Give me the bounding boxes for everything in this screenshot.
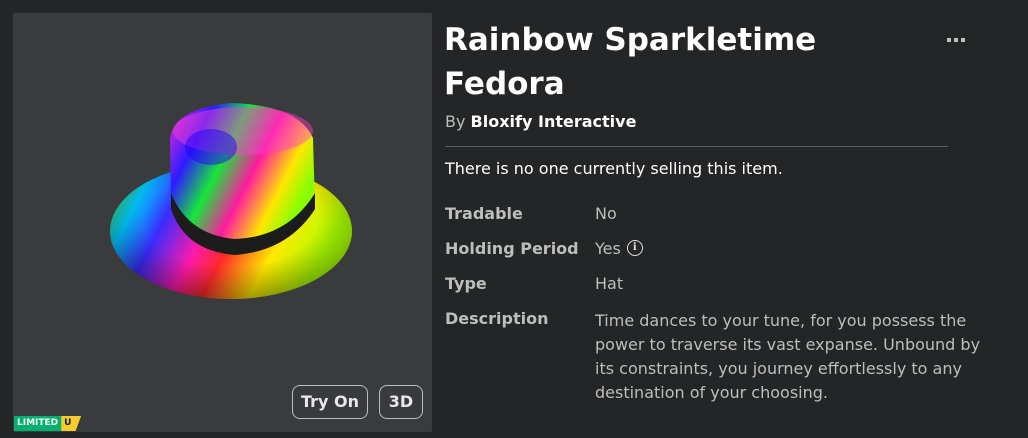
detail-value: Yes [595,239,621,258]
item-thumbnail: Try On 3D LIMITED U [13,13,432,432]
divider [445,146,948,147]
detail-value: Hat [595,274,624,293]
item-title: Rainbow Sparkletime Fedora [444,22,817,102]
detail-label: Tradable [445,204,523,223]
detail-value-wrap: Yes i [595,239,643,258]
limited-label: LIMITED [14,416,62,431]
hat-image [110,103,352,299]
detail-label: Description [445,309,549,328]
try-on-button[interactable]: Try On [292,385,368,419]
view-3d-button[interactable]: 3D [379,385,423,419]
info-icon[interactable]: i [626,240,643,256]
detail-label: Type [445,274,487,293]
limited-unique-badge: LIMITED U [14,416,82,431]
detail-value: No [595,204,617,223]
more-horizontal-icon[interactable] [946,36,966,44]
selling-status: There is no one currently selling this i… [445,159,783,178]
unique-label: U [61,416,82,431]
creator-line: By Bloxify Interactive [445,112,636,131]
description-text: Time dances to your tune, for you posses… [595,311,981,402]
creator-link[interactable]: Bloxify Interactive [471,112,637,131]
by-label: By [445,112,466,131]
detail-label: Holding Period [445,239,579,258]
